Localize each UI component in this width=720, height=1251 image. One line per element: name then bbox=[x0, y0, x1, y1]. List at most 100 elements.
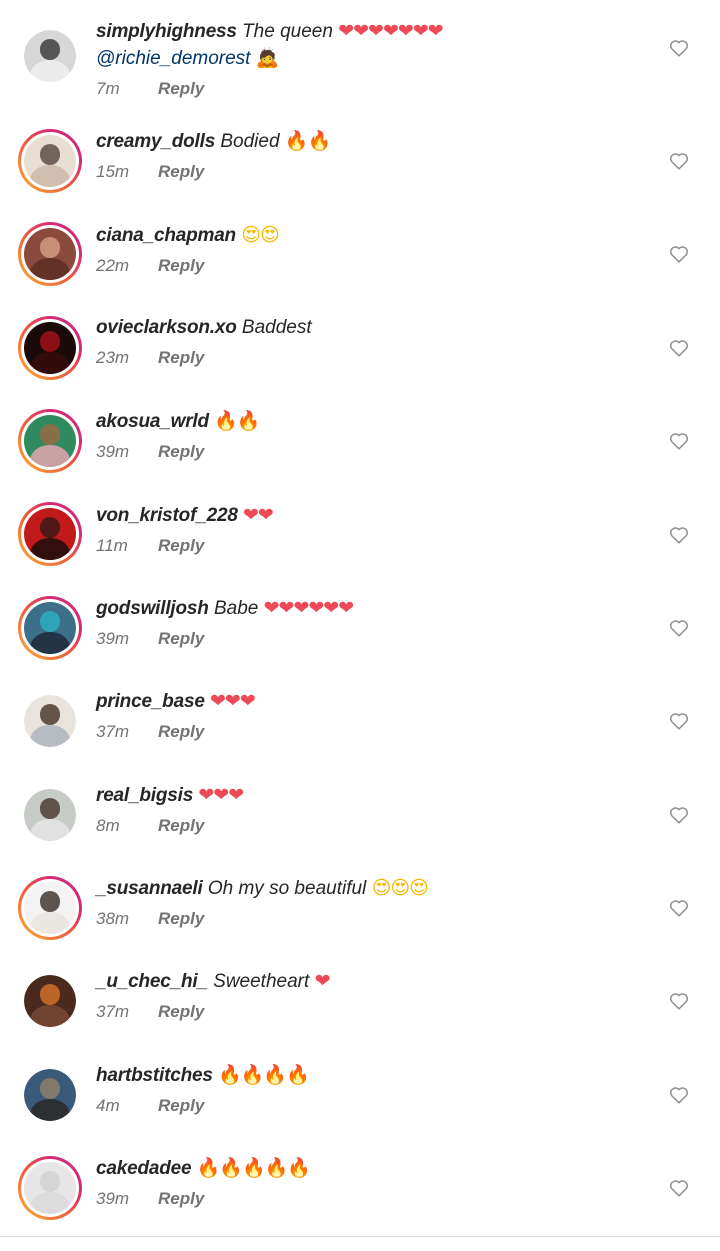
comment-meta: 38m Reply bbox=[96, 908, 636, 930]
like-heart-icon[interactable] bbox=[668, 710, 690, 732]
avatar-body-shape bbox=[30, 352, 70, 374]
like-heart-icon[interactable] bbox=[668, 337, 690, 359]
comment-line: cakedadee 🔥🔥🔥🔥🔥 bbox=[96, 1155, 636, 1182]
avatar-frame[interactable] bbox=[18, 24, 82, 88]
like-heart-icon[interactable] bbox=[668, 1177, 690, 1199]
username-link[interactable]: von_kristof_228 bbox=[96, 505, 238, 526]
comment-meta: 22m Reply bbox=[96, 255, 636, 277]
avatar-body-shape bbox=[30, 819, 70, 841]
avatar bbox=[24, 508, 76, 560]
avatar-face-shape bbox=[39, 424, 61, 446]
username-link[interactable]: ovieclarkson.xo bbox=[96, 317, 237, 338]
avatar-container bbox=[24, 30, 76, 82]
like-heart-icon[interactable] bbox=[668, 150, 690, 172]
comment-body: _u_chec_hi_ Sweetheart ❤ 37m Reply bbox=[96, 968, 636, 1023]
comment-line: ciana_chapman 😍😍 bbox=[96, 222, 636, 249]
username-link[interactable]: prince_base bbox=[96, 691, 205, 712]
reply-button[interactable]: Reply bbox=[158, 816, 204, 835]
avatar-container bbox=[21, 505, 79, 563]
comment-emoji: ❤ bbox=[314, 970, 331, 992]
reply-button[interactable]: Reply bbox=[158, 348, 204, 367]
comment-meta: 37m Reply bbox=[96, 721, 636, 743]
avatar-container bbox=[21, 879, 79, 937]
avatar-story-ring[interactable] bbox=[18, 502, 82, 566]
comment-line: creamy_dolls Bodied 🔥🔥 bbox=[96, 128, 636, 155]
avatar bbox=[24, 1162, 76, 1214]
username-link[interactable]: simplyhighness bbox=[96, 21, 237, 42]
like-heart-icon[interactable] bbox=[668, 897, 690, 919]
avatar-story-ring[interactable] bbox=[18, 876, 82, 940]
avatar-story-ring[interactable] bbox=[18, 596, 82, 660]
reply-button[interactable]: Reply bbox=[158, 629, 204, 648]
avatar bbox=[24, 975, 76, 1027]
avatar bbox=[24, 322, 76, 374]
comment-emoji: 😍😍😍 bbox=[371, 877, 429, 899]
reply-button[interactable]: Reply bbox=[158, 256, 204, 275]
avatar-story-ring[interactable] bbox=[18, 129, 82, 193]
username-link[interactable]: _u_chec_hi_ bbox=[96, 971, 208, 992]
comment-body: simplyhighness The queen ❤❤❤❤❤❤❤ @richie_… bbox=[96, 18, 636, 100]
reply-button[interactable]: Reply bbox=[158, 1096, 204, 1115]
like-heart-icon[interactable] bbox=[668, 990, 690, 1012]
like-heart-icon[interactable] bbox=[668, 1084, 690, 1106]
comment-emoji: 🔥🔥🔥🔥 bbox=[218, 1064, 310, 1086]
username-link[interactable]: akosua_wrld bbox=[96, 411, 209, 432]
username-link[interactable]: ciana_chapman bbox=[96, 225, 236, 246]
avatar-story-ring[interactable] bbox=[18, 409, 82, 473]
avatar-body-shape bbox=[30, 725, 70, 747]
comment-meta: 8m Reply bbox=[96, 815, 636, 837]
like-heart-icon[interactable] bbox=[668, 617, 690, 639]
like-heart-icon[interactable] bbox=[668, 524, 690, 546]
reply-button[interactable]: Reply bbox=[158, 442, 204, 461]
reply-button[interactable]: Reply bbox=[158, 1002, 204, 1021]
avatar-frame[interactable] bbox=[18, 1063, 82, 1127]
avatar-container bbox=[21, 1159, 79, 1217]
reply-button[interactable]: Reply bbox=[158, 909, 204, 928]
avatar-body-shape bbox=[30, 60, 70, 82]
comment-meta: 15m Reply bbox=[96, 161, 636, 183]
comment-body: prince_base ❤❤❤ 37m Reply bbox=[96, 688, 636, 743]
username-link[interactable]: real_bigsis bbox=[96, 785, 193, 806]
reply-button[interactable]: Reply bbox=[158, 536, 204, 555]
comment-line: godswilljosh Babe ❤❤❤❤❤❤ bbox=[96, 595, 636, 622]
avatar-story-ring[interactable] bbox=[18, 222, 82, 286]
avatar-frame[interactable] bbox=[18, 689, 82, 753]
mention-link[interactable]: @richie_demorest bbox=[96, 48, 250, 69]
reply-button[interactable]: Reply bbox=[158, 722, 204, 741]
comment-body: cakedadee 🔥🔥🔥🔥🔥 39m Reply bbox=[96, 1155, 636, 1210]
avatar-frame[interactable] bbox=[18, 969, 82, 1033]
avatar-face-shape bbox=[39, 144, 61, 166]
comment-body: real_bigsis ❤❤❤ 8m Reply bbox=[96, 782, 636, 837]
avatar-face-shape bbox=[39, 798, 61, 820]
username-link[interactable]: cakedadee bbox=[96, 1158, 192, 1179]
like-heart-icon[interactable] bbox=[668, 243, 690, 265]
reply-button[interactable]: Reply bbox=[158, 1189, 204, 1208]
like-heart-icon[interactable] bbox=[668, 37, 690, 59]
avatar-story-ring[interactable] bbox=[18, 1156, 82, 1220]
like-heart-icon[interactable] bbox=[668, 430, 690, 452]
reply-button[interactable]: Reply bbox=[158, 162, 204, 181]
comment-emoji: 😍😍 bbox=[241, 224, 280, 246]
avatar-body-shape bbox=[30, 165, 70, 187]
username-link[interactable]: _susannaeli bbox=[96, 878, 203, 899]
avatar-container bbox=[21, 412, 79, 470]
comment-text: Bodied bbox=[220, 131, 280, 152]
username-link[interactable]: hartbstitches bbox=[96, 1065, 213, 1086]
comment-time: 11m bbox=[96, 536, 128, 555]
comment-body: _susannaeli Oh my so beautiful 😍😍😍 38m Rep… bbox=[96, 875, 636, 930]
avatar-container bbox=[21, 319, 79, 377]
avatar-face-shape bbox=[39, 517, 61, 539]
avatar-face-shape bbox=[39, 1171, 61, 1193]
comment-text: Baddest bbox=[241, 317, 312, 338]
avatar bbox=[24, 415, 76, 467]
avatar-container bbox=[21, 599, 79, 657]
comment-meta: 23m Reply bbox=[96, 347, 636, 369]
comment-body: ciana_chapman 😍😍 22m Reply bbox=[96, 222, 636, 277]
username-link[interactable]: godswilljosh bbox=[96, 598, 209, 619]
avatar-container bbox=[24, 789, 76, 841]
like-heart-icon[interactable] bbox=[668, 804, 690, 826]
reply-button[interactable]: Reply bbox=[158, 79, 204, 98]
username-link[interactable]: creamy_dolls bbox=[96, 131, 215, 152]
avatar-frame[interactable] bbox=[18, 783, 82, 847]
avatar-story-ring[interactable] bbox=[18, 316, 82, 380]
